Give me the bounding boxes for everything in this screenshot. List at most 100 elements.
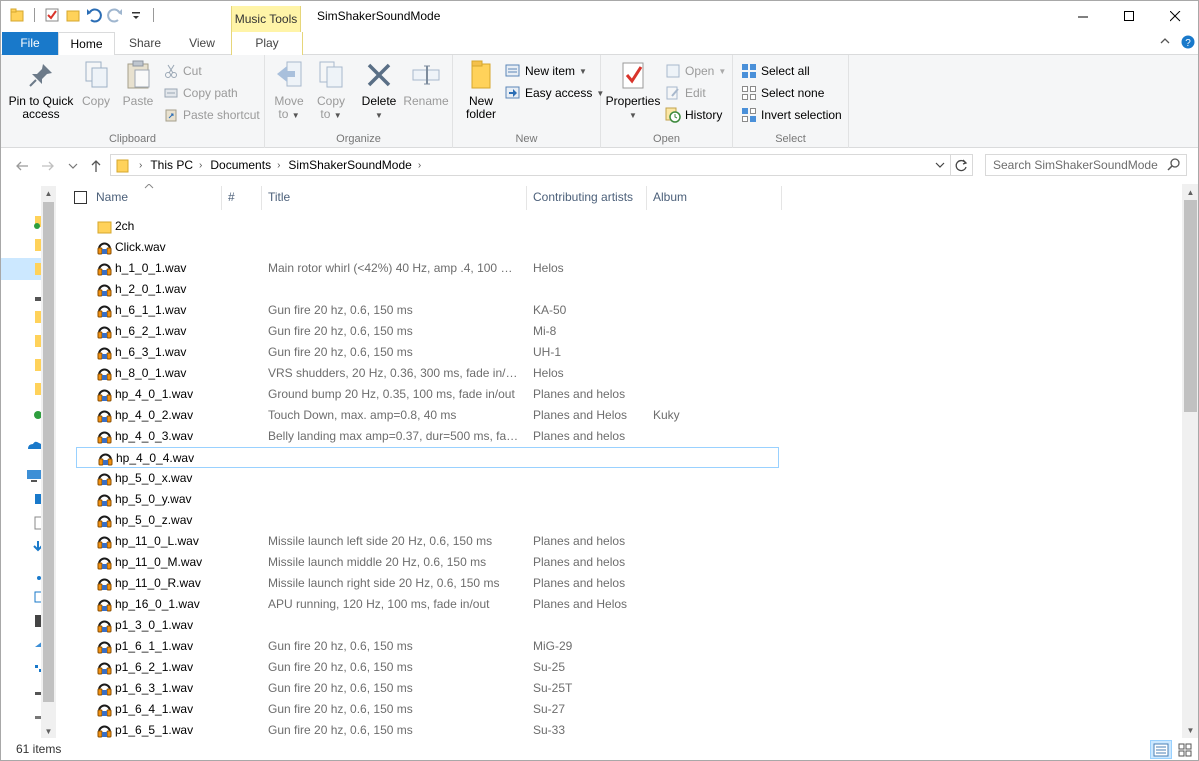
tab-home[interactable]: Home [58,32,115,56]
close-button[interactable] [1152,1,1198,32]
column-header-number[interactable]: # [228,184,264,210]
file-name: h_6_1_1.wav [115,303,187,317]
help-icon[interactable]: ? [1181,35,1195,52]
file-row[interactable]: p1_3_0_1.wav [76,615,779,636]
column-separator[interactable] [526,186,527,210]
tab-file[interactable]: File [2,32,58,55]
select-none-button[interactable]: Select none [741,83,824,103]
properties-button[interactable]: Properties ▼ [605,59,661,122]
breadcrumb-chevron-icon[interactable]: › [277,160,280,171]
file-row[interactable]: h_6_1_1.wav Gun fire 20 hz, 0.6, 150 ms KA… [76,300,779,321]
search-input[interactable]: Search SimShakerSoundMode [985,154,1187,176]
file-row[interactable]: hp_5_0_x.wav [76,468,779,489]
back-arrow-icon[interactable] [13,157,31,175]
file-title: Gun fire 20 hz, 0.6, 150 ms [268,702,413,716]
column-separator[interactable] [221,186,222,210]
paste-shortcut-button[interactable]: Paste shortcut [163,105,260,125]
file-row[interactable]: hp_4_0_4.wav [76,447,779,468]
cut-button[interactable]: Cut [163,61,202,81]
breadcrumb-documents[interactable]: Documents [210,158,271,172]
address-bar[interactable]: › This PC › Documents › SimShakerSoundMo… [110,154,973,176]
address-dropdown-icon[interactable] [932,155,948,175]
column-header-album[interactable]: Album [653,184,773,210]
new-folder-button[interactable]: New folder [461,59,501,121]
select-all-button[interactable]: Select all [741,61,810,81]
scroll-up-arrow-icon[interactable]: ▲ [1182,184,1198,200]
delete-button[interactable]: Delete ▼ [361,59,397,122]
select-all-checkbox[interactable] [74,191,87,204]
breadcrumb-this-pc[interactable]: This PC [150,158,193,172]
edit-button[interactable]: Edit [665,83,706,103]
copy-path-button[interactable]: Copy path [163,83,238,103]
undo-icon[interactable] [86,7,102,23]
customize-toolbar-icon[interactable] [128,7,144,23]
nav-scroll-down-arrow-icon[interactable]: ▼ [41,724,56,738]
tab-view[interactable]: View [181,32,223,55]
move-to-button[interactable]: Move to ▼ [271,59,307,122]
scroll-down-arrow-icon[interactable]: ▼ [1182,722,1198,738]
breadcrumb-chevron-icon[interactable]: › [199,160,202,171]
file-row[interactable]: hp_4_0_3.wav Belly landing max amp=0.37, … [76,426,779,447]
file-row[interactable]: hp_5_0_y.wav [76,489,779,510]
file-row[interactable]: h_1_0_1.wav Main rotor whirl (<42%) 40 Hz… [76,258,779,279]
file-row[interactable]: hp_4_0_1.wav Ground bump 20 Hz, 0.35, 100… [76,384,779,405]
up-arrow-icon[interactable] [87,157,105,175]
breadcrumb-chevron-icon[interactable]: › [139,160,142,171]
nav-scroll-up-arrow-icon[interactable]: ▲ [41,186,56,200]
refresh-icon[interactable] [950,155,972,175]
rename-button[interactable]: Rename [403,59,449,108]
nav-pane-scrollbar-thumb[interactable] [43,202,54,702]
file-row[interactable]: p1_6_1_1.wav Gun fire 20 hz, 0.6, 150 ms M… [76,636,779,657]
file-list-scrollbar[interactable]: ▲ ▼ [1182,184,1198,738]
file-row[interactable]: h_2_0_1.wav [76,279,779,300]
file-row[interactable]: hp_11_0_R.wav Missile launch right side 2… [76,573,779,594]
file-row[interactable]: hp_11_0_M.wav Missile launch middle 20 Hz… [76,552,779,573]
easy-access-button[interactable]: Easy access ▼ [505,83,604,103]
forward-arrow-icon[interactable] [39,157,57,175]
file-row[interactable]: h_6_2_1.wav Gun fire 20 hz, 0.6, 150 ms Mi… [76,321,779,342]
properties-icon[interactable] [44,7,60,23]
column-header-title[interactable]: Title [268,184,518,210]
open-button[interactable]: Open ▼ [665,61,726,81]
collapse-ribbon-icon[interactable] [1159,35,1171,50]
maximize-button[interactable] [1106,1,1152,32]
file-row[interactable]: hp_11_0_L.wav Missile launch left side 20… [76,531,779,552]
new-item-button[interactable]: New item ▼ [505,61,587,81]
file-row[interactable]: h_8_0_1.wav VRS shudders, 20 Hz, 0.36, 30… [76,363,779,384]
properties-icon [617,59,649,91]
file-row[interactable]: p1_6_4_1.wav Gun fire 20 hz, 0.6, 150 ms S… [76,699,779,720]
file-contributing-artists [533,510,643,531]
recent-locations-chevron-icon[interactable] [64,157,82,175]
file-list-scrollbar-thumb[interactable] [1184,200,1197,412]
tab-share[interactable]: Share [123,32,167,55]
file-row[interactable]: hp_4_0_2.wav Touch Down, max. amp=0.8, 40… [76,405,779,426]
column-separator[interactable] [781,186,782,210]
history-button[interactable]: History [665,105,722,125]
file-row[interactable]: hp_5_0_z.wav [76,510,779,531]
column-header-name[interactable]: Name [96,184,220,210]
breadcrumb-current-folder[interactable]: SimShakerSoundMode [288,158,411,172]
paste-button[interactable]: Paste [120,59,156,108]
file-row[interactable]: p1_6_3_1.wav Gun fire 20 hz, 0.6, 150 ms S… [76,678,779,699]
file-row[interactable]: hp_16_0_1.wav APU running, 120 Hz, 100 ms… [76,594,779,615]
pin-to-quick-access-button[interactable]: Pin to Quick access [7,59,75,121]
new-folder-icon[interactable] [65,7,81,23]
minimize-button[interactable] [1060,1,1106,32]
tab-play[interactable]: Play [231,32,303,55]
file-row[interactable]: p1_6_2_1.wav Gun fire 20 hz, 0.6, 150 ms S… [76,657,779,678]
column-header-contributing-artists[interactable]: Contributing artists [533,184,645,210]
navigation-pane[interactable]: ▲ ▼ [1,186,57,738]
large-icons-view-button[interactable] [1174,740,1196,759]
invert-selection-button[interactable]: Invert selection [741,105,842,125]
column-separator[interactable] [646,186,647,210]
file-row[interactable]: p1_6_5_1.wav Gun fire 20 hz, 0.6, 150 ms S… [76,720,779,738]
redo-icon[interactable] [107,7,123,23]
copy-to-button[interactable]: Copy to ▼ [313,59,349,122]
details-view-button[interactable] [1150,740,1172,759]
folder-row[interactable]: 2ch [76,216,779,237]
file-row[interactable]: h_6_3_1.wav Gun fire 20 hz, 0.6, 150 ms UH… [76,342,779,363]
copy-button[interactable]: Copy [79,59,113,108]
file-row[interactable]: Click.wav [76,237,779,258]
breadcrumb-chevron-icon[interactable]: › [418,160,421,171]
column-separator[interactable] [261,186,262,210]
